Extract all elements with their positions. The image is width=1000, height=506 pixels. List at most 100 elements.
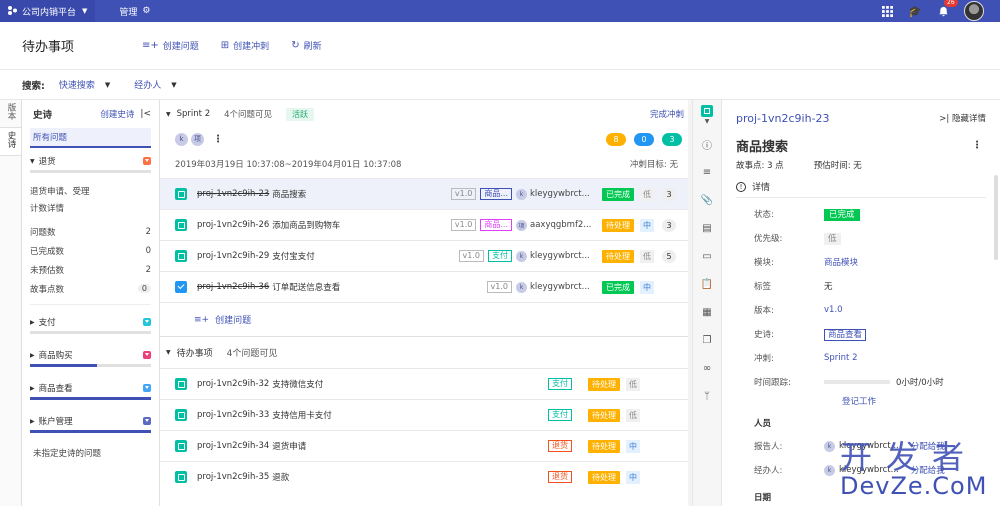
notes-icon[interactable]: ▤ — [693, 214, 721, 242]
caret-down-icon: ▼ — [704, 118, 710, 125]
user-avatar[interactable] — [964, 1, 984, 21]
log-work-button[interactable]: 登记工作 — [736, 394, 986, 408]
collapse-panel-icon[interactable]: |< — [140, 109, 151, 119]
stat-value: 2 — [145, 264, 151, 275]
create-issue-button[interactable]: ≡+ 创建问题 — [142, 39, 199, 52]
epic-item-purchase[interactable]: ▶ 商品购买 — [30, 348, 151, 367]
top-navbar: 公司内销平台 ▼ 管理 ⚙ 🎓 26 — [0, 0, 1000, 22]
epic-tag[interactable]: 商品查看 — [824, 329, 867, 341]
module-value[interactable]: 商品模块 — [824, 256, 858, 268]
priority-badge: 中 — [626, 439, 640, 453]
tab-version[interactable]: 版本 — [0, 100, 21, 128]
table-row[interactable]: proj-1vn2c9ih-26 添加商品到购物车 v1.0 商品... 项 aa… — [160, 209, 692, 240]
table-row[interactable]: proj-1vn2c9ih-36 订单配送信息查看 v1.0 k kleygywb… — [160, 271, 692, 302]
graduation-cap-icon[interactable]: 🎓 — [908, 4, 922, 18]
unassigned-epic-issues[interactable]: 未指定史诗的问题 — [33, 447, 151, 459]
sprint-value[interactable]: Sprint 2 — [824, 353, 857, 363]
epic-color-menu-icon[interactable] — [143, 157, 151, 165]
apps-grid-icon[interactable] — [880, 4, 894, 18]
link-icon[interactable]: ∞ — [693, 354, 721, 382]
story-points — [648, 440, 676, 453]
refresh-button[interactable]: ↻ 刷新 — [291, 39, 321, 52]
assignee-filter-dropdown[interactable]: 经办人 ▼ — [134, 78, 177, 92]
caret-down-icon: ▼ — [104, 80, 111, 89]
hide-detail-button[interactable]: >| 隐藏详情 — [939, 112, 986, 124]
issue-key: proj-1vn2c9ih-35 — [197, 472, 270, 482]
epic-color-menu-icon[interactable] — [143, 417, 151, 425]
avatar[interactable]: 项 — [191, 132, 204, 146]
copy-icon[interactable]: ❐ — [693, 326, 721, 354]
finish-sprint-button[interactable]: 完成冲刺 — [650, 108, 684, 120]
labels-value[interactable]: 无 — [824, 280, 833, 292]
table-row[interactable]: proj-1vn2c9ih-34 退货申请 退货 待处理 中 — [160, 430, 692, 461]
status-badge: 待处理 — [588, 408, 620, 422]
epic-item-return[interactable]: ▼ 退货 — [30, 154, 151, 173]
table-row[interactable]: proj-1vn2c9ih-32 支持微信支付 支付 待处理 低 — [160, 368, 692, 399]
epic-tag: 支付 — [548, 409, 572, 421]
section-title: 详情 — [752, 183, 771, 193]
story-type-icon — [175, 409, 187, 421]
admin-menu[interactable]: 管理 ⚙ — [119, 5, 150, 18]
caret-right-icon: ▶ — [30, 351, 35, 359]
table-row[interactable]: proj-1vn2c9ih-23 商品搜索 v1.0 商品... k kleygy… — [160, 178, 692, 209]
priority-badge: 中 — [640, 218, 654, 232]
version-value[interactable]: v1.0 — [824, 305, 843, 315]
story-points: 3 — [662, 187, 676, 201]
more-vert-icon[interactable]: ⋮ — [972, 140, 986, 151]
info-icon[interactable]: ⓘ — [693, 130, 721, 158]
create-epic-button[interactable]: 创建史诗 — [100, 108, 134, 120]
issue-type-switcher[interactable]: ▼ — [693, 100, 721, 130]
table-row[interactable]: proj-1vn2c9ih-33 支持信用卡支付 支付 待处理 低 — [160, 399, 692, 430]
epic-item-view[interactable]: ▶ 商品查看 — [30, 381, 151, 400]
table-row[interactable]: proj-1vn2c9ih-29 支付宝支付 v1.0 支付 k kleygywb… — [160, 240, 692, 271]
epic-color-menu-icon[interactable] — [143, 318, 151, 326]
create-sprint-label: 创建冲刺 — [233, 42, 270, 52]
caret-down-icon[interactable]: ▼ — [166, 111, 171, 118]
status-badge[interactable]: 已完成 — [824, 209, 860, 221]
table-row[interactable]: proj-1vn2c9ih-35 退款 退货 待处理 中 — [160, 461, 692, 492]
epic-color-menu-icon[interactable] — [143, 384, 151, 392]
assignee-name: aaxyqgbmf2... — [530, 220, 592, 230]
create-sprint-button[interactable]: ⊞ 创建冲刺 — [221, 39, 269, 52]
caret-down-icon: ▼ — [171, 80, 177, 89]
bell-icon[interactable]: 26 — [936, 0, 958, 18]
issue-key: proj-1vn2c9ih-32 — [197, 379, 270, 389]
epic-item-pay[interactable]: ▶ 支付 — [30, 315, 151, 334]
watermark-en: DevZe.CoM — [840, 472, 988, 500]
epic-color-menu-icon[interactable] — [143, 351, 151, 359]
branch-icon[interactable]: ᛘ — [693, 382, 721, 410]
avatar[interactable]: k — [175, 132, 188, 146]
create-issue-inline-button[interactable]: ≡+ 创建问题 — [160, 302, 692, 336]
tab-epic[interactable]: 史诗 — [0, 128, 21, 156]
clipboard-icon[interactable]: 📋 — [693, 270, 721, 298]
attachment-icon[interactable]: 📎 — [693, 186, 721, 214]
epic-tag: 支付 — [548, 378, 572, 390]
caret-down-icon[interactable]: ▼ — [166, 349, 171, 356]
project-switcher[interactable]: 公司内销平台 ▼ — [0, 0, 96, 22]
more-vert-icon[interactable]: ⋮ — [213, 134, 223, 145]
priority-badge: 低 — [640, 187, 654, 201]
watermark: 开发者 DevZe.CoM — [840, 440, 995, 500]
comment-icon[interactable]: ▭ — [693, 242, 721, 270]
quick-search-dropdown[interactable]: 快速搜索 ▼ — [59, 78, 111, 92]
time-tracking-bar — [824, 380, 890, 384]
detail-title[interactable]: 商品搜索 — [736, 136, 788, 155]
estimate-value: 预估时间: 无 — [813, 161, 862, 171]
all-issues-item[interactable]: 所有问题 — [30, 128, 151, 148]
stat-value: 0 — [145, 245, 151, 256]
sprint-name[interactable]: Sprint 2 — [177, 109, 210, 119]
priority-badge[interactable]: 低 — [824, 233, 841, 245]
project-name: 公司内销平台 — [22, 7, 77, 18]
issue-key: proj-1vn2c9ih-33 — [197, 410, 270, 420]
description-icon[interactable]: ≡ — [693, 158, 721, 186]
detail-issue-key[interactable]: proj-1vn2c9ih-23 — [736, 112, 830, 125]
story-points: 3 — [662, 218, 676, 232]
epic-item-account[interactable]: ▶ 账户管理 — [30, 414, 151, 433]
epic-name: 支付 — [38, 318, 56, 328]
gear-icon: ⚙ — [142, 6, 151, 16]
create-issue-inline-label: 创建问题 — [215, 316, 252, 326]
field-label: 冲刺: — [754, 354, 774, 364]
calendar-icon[interactable]: ▦ — [693, 298, 721, 326]
detail-scrollbar[interactable] — [994, 175, 998, 260]
assignee: 项 aaxyqgbmf2... — [516, 219, 596, 231]
